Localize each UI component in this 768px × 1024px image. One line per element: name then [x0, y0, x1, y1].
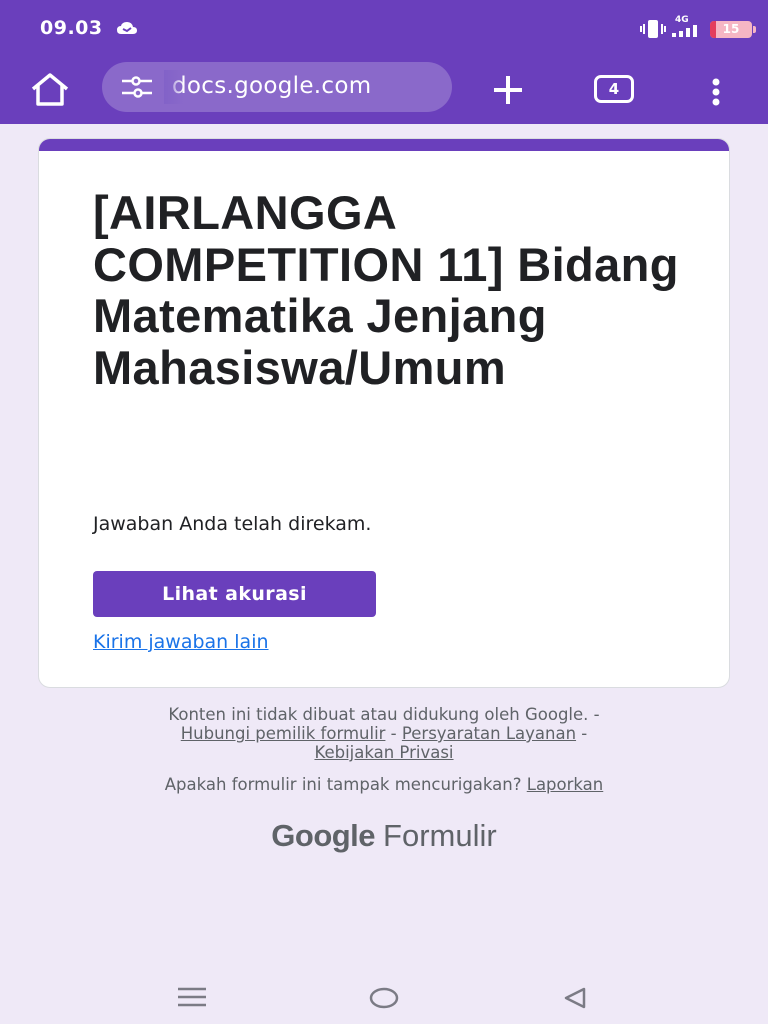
plus-icon [494, 76, 522, 104]
new-tab-button[interactable] [488, 70, 528, 110]
url-text: docs.google.com [172, 73, 372, 99]
cloud-icon [117, 22, 137, 34]
system-nav-bar [0, 970, 768, 1024]
back-icon[interactable] [562, 984, 588, 1012]
card-accent-bar [39, 139, 729, 151]
footer-disclaimer: Konten ini tidak dibuat atau didukung ol… [0, 705, 768, 762]
terms-link[interactable]: Persyaratan Layanan [402, 724, 576, 743]
form-confirmation-card: [AIRLANGGA COMPETITION 11] Bidang Matema… [38, 138, 730, 688]
separator: - [588, 705, 600, 724]
status-bar: 09.03 4G 15 [0, 0, 768, 58]
report-link[interactable]: Laporkan [527, 775, 604, 794]
contact-owner-link[interactable]: Hubungi pemilik formulir [181, 724, 386, 743]
privacy-link[interactable]: Kebijakan Privasi [314, 743, 453, 762]
nav-home-icon[interactable] [368, 984, 400, 1012]
view-accuracy-button[interactable]: Lihat akurasi [93, 571, 376, 617]
battery-icon: 15 [710, 21, 752, 38]
signal-icon [672, 25, 697, 37]
separator: - [385, 724, 402, 743]
home-icon [31, 73, 69, 106]
tune-icon[interactable] [120, 75, 154, 99]
tabs-icon[interactable]: 4 [594, 75, 634, 103]
submit-another-link[interactable]: Kirim jawaban lain [93, 631, 269, 653]
confirmation-message: Jawaban Anda telah direkam. [93, 513, 372, 535]
separator: - [576, 724, 588, 743]
more-vert-icon [712, 78, 720, 106]
battery-level: 15 [722, 22, 740, 36]
menu-button[interactable] [702, 72, 730, 112]
vibrate-icon [640, 20, 666, 38]
address-bar[interactable]: docs.google.com [102, 62, 452, 112]
brand-google: Google [271, 818, 376, 853]
top-chrome: 09.03 4G 15 docs.google.com 4 [0, 0, 768, 124]
suspicious-text: Apakah formulir ini tampak mencurigakan? [164, 775, 522, 794]
google-forms-logo: Google Formulir [0, 818, 768, 854]
home-button[interactable] [28, 70, 72, 110]
form-title: [AIRLANGGA COMPETITION 11] Bidang Matema… [93, 186, 679, 394]
battery-tip [753, 26, 756, 33]
recent-apps-icon[interactable] [176, 986, 208, 1008]
status-time: 09.03 [40, 17, 103, 39]
browser-toolbar: docs.google.com 4 [0, 58, 768, 124]
url-fade [164, 70, 184, 104]
report-line: Apakah formulir ini tampak mencurigakan?… [0, 775, 768, 794]
disclaimer-text: Konten ini tidak dibuat atau didukung ol… [168, 705, 589, 724]
brand-product: Formulir [383, 818, 497, 853]
